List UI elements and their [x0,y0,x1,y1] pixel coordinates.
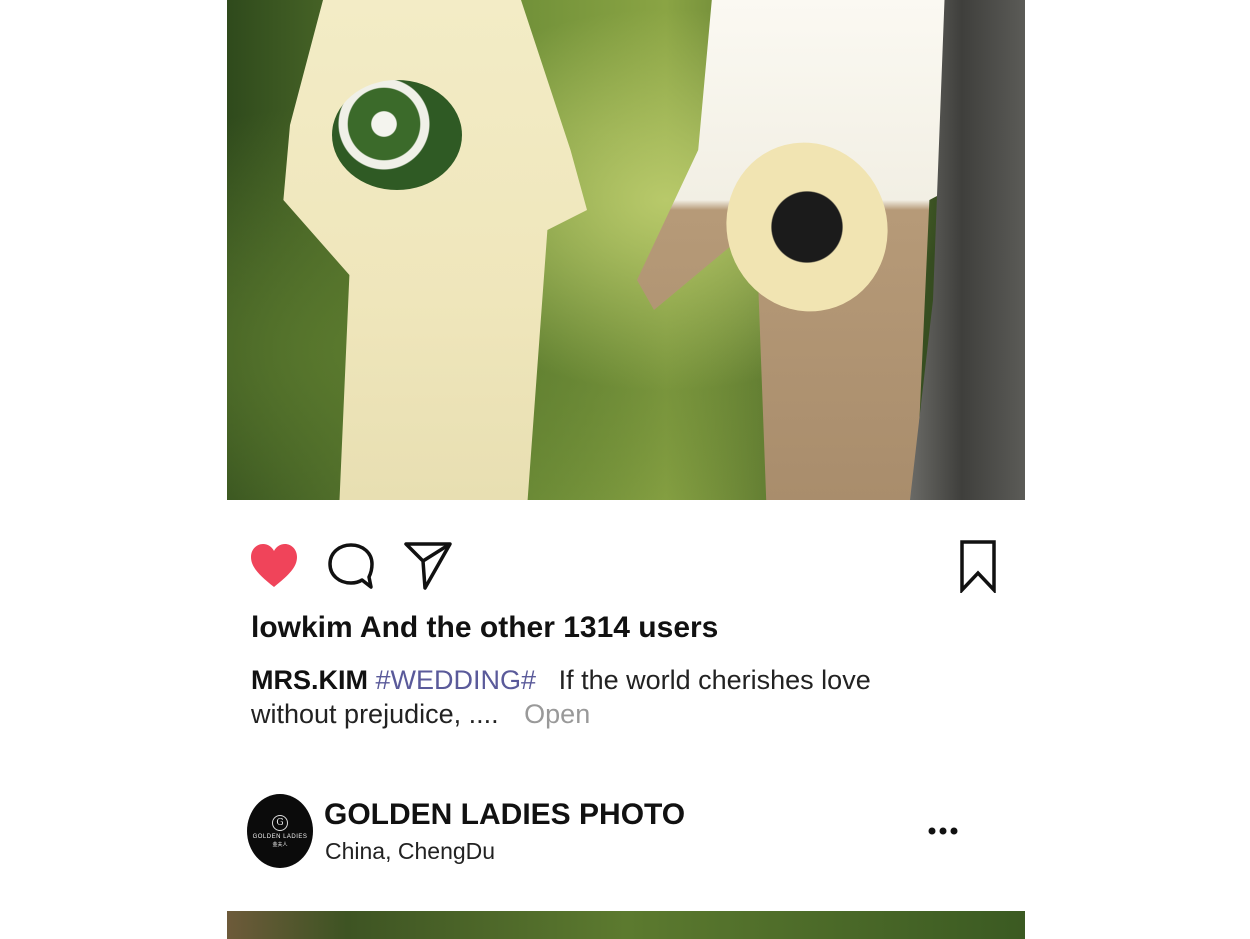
caption-open-link[interactable]: Open [524,699,590,729]
send-icon[interactable] [403,539,453,591]
caption-username[interactable]: MRS.KIM [251,665,368,695]
photo-bouquet [332,80,462,190]
comment-icon[interactable] [327,541,375,591]
account-location[interactable]: China, ChengDu [325,838,495,865]
post-caption: MRS.KIM #WEDDING# If the world cherishes… [251,663,951,731]
next-post-photo[interactable] [227,911,1025,939]
likes-count[interactable]: lowkim And the other 1314 users [251,611,718,645]
avatar-subtext: 金夫人 [272,841,288,848]
post-actions-bar [227,535,1025,595]
caption-hashtag[interactable]: #WEDDING# [376,665,537,695]
more-dots-icon[interactable] [928,825,958,837]
photo-bride [283,0,587,500]
bookmark-icon[interactable] [958,539,998,593]
heart-icon[interactable] [249,541,299,591]
account-name[interactable]: GOLDEN LADIES PHOTO [324,798,685,832]
avatar-brand: GOLDEN LADIES [252,833,308,840]
avatar[interactable]: G GOLDEN LADIES 金夫人 [247,794,313,868]
avatar-monogram: G [272,814,288,831]
account-row: G GOLDEN LADIES 金夫人 GOLDEN LADIES PHOTO … [247,794,1007,870]
post-photo[interactable] [227,0,1025,500]
